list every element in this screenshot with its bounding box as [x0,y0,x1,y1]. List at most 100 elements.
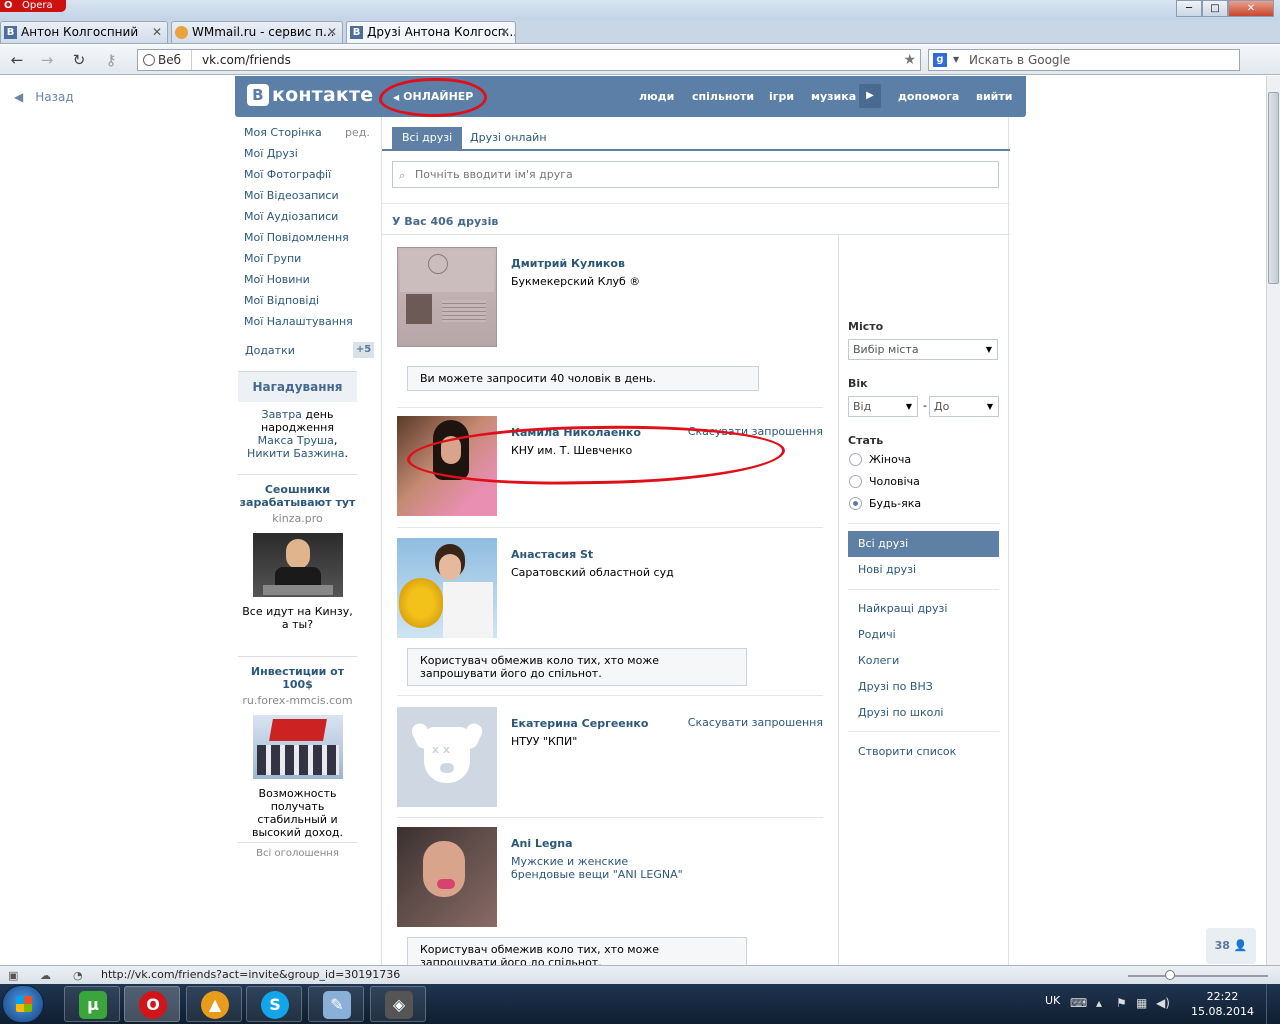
opera-menu-button[interactable]: O Opera [0,0,66,12]
friend-avatar[interactable] [397,538,497,638]
ad-title[interactable]: Инвестиции от 100$ [238,665,357,691]
bookmark-star-icon[interactable]: ★ [903,50,916,70]
close-window-button[interactable]: ✕ [1228,0,1274,17]
taskbar-game[interactable]: ◈ [370,986,426,1022]
tab-anton[interactable]: В Антон Колгоспний ✕ [0,21,168,43]
age-to-select[interactable]: До ▼ [929,396,999,417]
city-select[interactable]: Вибір міста ▼ [848,339,998,360]
speed-dial-icon[interactable]: ◔ [73,967,87,982]
apps-count-badge[interactable]: +5 [353,342,374,358]
reminder-tomorrow-link[interactable]: Завтра [262,408,302,421]
reload-icon[interactable]: ↻ [68,49,90,71]
deactivated-dog-avatar-icon[interactable]: x x [397,707,497,807]
sidebar-item-apps[interactable]: Додатки [245,344,295,357]
nav-help[interactable]: допомога [898,90,959,103]
list-all-friends[interactable]: Всі друзі [848,531,999,557]
sex-radio-any[interactable]: Будь-яка [849,497,921,511]
sidebar-item-videos[interactable]: Мої Відеозаписи [244,189,374,210]
reminder-name-link[interactable]: Макса Труша [258,434,334,447]
all-ads-link[interactable]: Всі оголошення [238,842,357,859]
list-university-friends[interactable]: Друзі по ВНЗ [848,674,999,700]
friend-search-input[interactable]: ⌕ Почніть вводити ім'я друга [392,161,999,188]
cloud-icon[interactable]: ☁ [40,967,54,982]
url-text[interactable]: vk.com/friends [202,50,291,70]
sidebar-item-news[interactable]: Мої Новини [244,273,374,294]
sex-radio-female[interactable]: Жіноча [849,453,911,467]
google-icon[interactable]: g [933,53,947,67]
key-icon[interactable]: ⚷ [100,49,122,71]
clock[interactable]: 22:22 15.08.2014 [1191,989,1254,1019]
volume-icon[interactable]: ◀) [1156,996,1170,1010]
list-new-friends[interactable]: Нові друзі [848,557,999,583]
nav-music[interactable]: музика [811,90,856,103]
flag-icon[interactable]: ⚑ [1116,996,1127,1010]
list-best-friends[interactable]: Найкращі друзі [848,596,999,622]
list-relatives[interactable]: Родичі [848,622,999,648]
taskbar-paint[interactable]: ✎ [308,986,364,1022]
edit-link[interactable]: ред. [345,126,370,139]
reminder-name-link[interactable]: Никити Базжина [247,447,344,460]
show-hidden-icons[interactable]: ▴ [1096,996,1102,1010]
tab-friends[interactable]: В Друзі Антона Колгосп... ✕ [346,21,516,43]
sidebar-item-groups[interactable]: Мої Групи [244,252,374,273]
taskbar-opera[interactable]: O [124,986,180,1022]
age-from-select[interactable]: Від ▼ [848,396,918,417]
close-tab-icon[interactable]: ✕ [327,22,337,42]
ad-image[interactable] [252,715,343,779]
create-list-link[interactable]: Створити список [848,739,999,765]
tab-wmmail[interactable]: WMmail.ru - сервис п... ✕ [171,21,343,43]
sidebar-item-messages[interactable]: Мої Повідомлення [244,231,374,252]
list-colleagues[interactable]: Колеги [848,648,999,674]
tab-all-friends[interactable]: Всі друзі [392,127,463,149]
sidebar-item-audio[interactable]: Мої Аудіозаписи [244,210,374,231]
vk-logo[interactable]: Вконтакте [247,84,373,106]
cancel-invite-link[interactable]: Скасувати запрошення [688,716,823,729]
ad-block[interactable]: Сеошники зарабатывают тут kinza.pro Все … [238,474,357,631]
panel-toggle-icon[interactable]: ▣ [8,967,22,982]
taskbar-skype[interactable]: S [246,986,302,1022]
address-bar[interactable]: Веб vk.com/friends ★ [137,49,921,71]
friend-name[interactable]: Дмитрий Куликов [511,257,625,270]
nav-people[interactable]: люди [639,90,674,103]
show-desktop-button[interactable] [1266,984,1280,1024]
friend-avatar[interactable] [397,247,497,347]
back-link[interactable]: ◀ Назад [14,90,74,104]
chevron-down-icon[interactable]: ▼ [953,50,959,70]
taskbar-aimp[interactable]: ▲ [186,986,242,1022]
nav-games[interactable]: ігри [769,90,794,103]
zoom-slider-knob[interactable] [1165,970,1175,980]
list-school-friends[interactable]: Друзі по школі [848,700,999,726]
sidebar-item-answers[interactable]: Мої Відповіді [244,294,374,315]
web-badge[interactable]: Веб [138,50,192,70]
friend-name[interactable]: Екатерина Сергеенко [511,717,648,730]
sidebar-item-friends[interactable]: Мої Друзі [244,147,374,168]
tab-online-friends[interactable]: Друзі онлайн [470,127,547,149]
close-tab-icon[interactable]: ✕ [152,22,162,42]
minimize-button[interactable]: ─ [1176,0,1202,17]
friend-name[interactable]: Ani Legna [511,837,573,850]
notification-counter[interactable]: 38 👤 [1206,928,1256,964]
search-input[interactable]: g ▼ Искать в Google [928,49,1240,71]
forward-arrow-icon[interactable]: → [36,49,58,71]
zoom-slider[interactable] [1128,975,1268,977]
taskbar-utorrent[interactable]: µ [64,986,120,1022]
nav-communities[interactable]: спільноти [692,90,754,103]
keyboard-icon[interactable]: ⌨ [1070,996,1087,1010]
close-tab-icon[interactable]: ✕ [500,22,510,42]
scrollbar-thumb[interactable] [1268,92,1279,284]
sidebar-item-settings[interactable]: Мої Налаштування [244,315,374,336]
friend-avatar[interactable] [397,827,497,927]
maximize-button[interactable]: □ [1202,0,1228,17]
ad-block[interactable]: Инвестиции от 100$ ru.forex-mmcis.com Во… [238,656,357,839]
friend-name[interactable]: Анастасия St [511,548,593,561]
sex-radio-male[interactable]: Чоловіча [849,475,920,489]
nav-logout[interactable]: вийти [976,90,1012,103]
friend-subtitle[interactable]: Мужские и женские брендовые вещи "ANI LE… [511,855,691,881]
ad-image[interactable] [252,533,343,597]
start-button[interactable] [2,985,44,1023]
language-indicator[interactable]: UK [1045,994,1060,1007]
sidebar-item-photos[interactable]: Мої Фотографії [244,168,374,189]
ad-title[interactable]: Сеошники зарабатывают тут [238,483,357,509]
network-icon[interactable]: ▦ [1136,996,1147,1010]
back-arrow-icon[interactable]: ← [6,49,28,71]
